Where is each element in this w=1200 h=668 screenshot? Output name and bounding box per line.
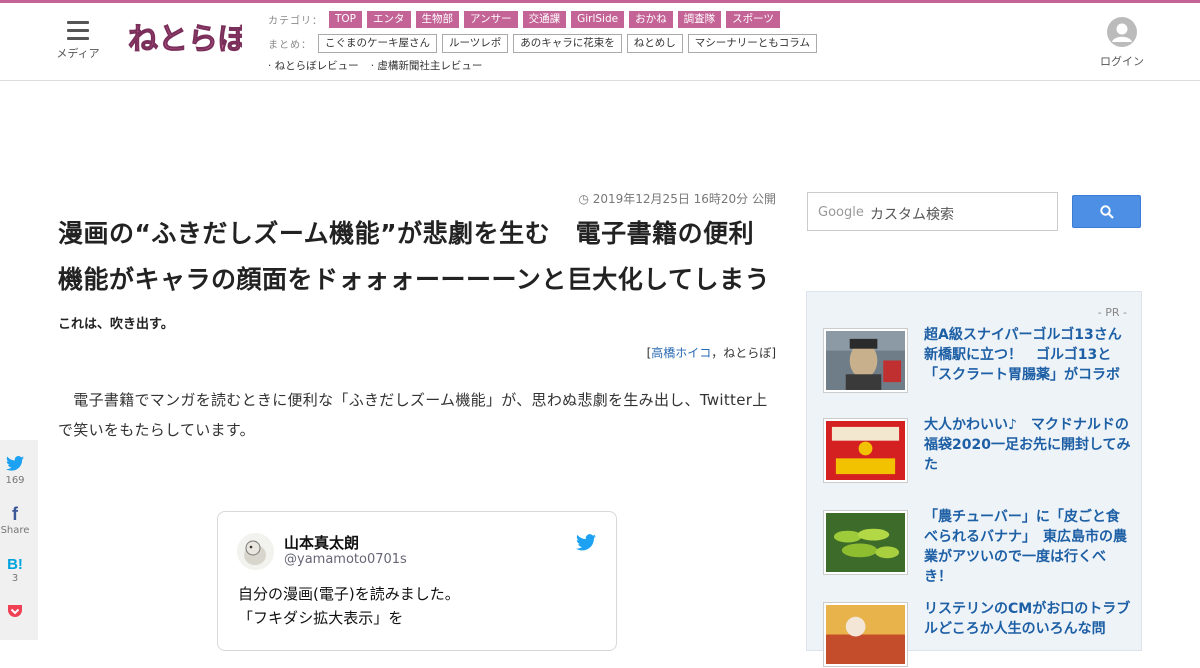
summary-label: まとめ： [268, 40, 312, 51]
pr-thumbnail[interactable] [823, 602, 908, 667]
summary-nav: まとめ： こぐまのケーキ屋さん ルーツレポ あのキャラに花束を ねとめし マシー… [268, 34, 822, 53]
share-pocket[interactable] [0, 604, 30, 623]
user-avatar-icon [1107, 17, 1137, 47]
publish-date: ◷ 2019年12月25日 16時20分 公開 [578, 192, 776, 206]
logo-text: ねとらぼ [128, 22, 242, 57]
category-nav: カテゴリ： TOP エンタ 生物部 アンサー 交通課 GirlSide おかね … [268, 11, 785, 28]
facebook-share-label: Share [0, 525, 30, 536]
pr-link[interactable]: 超A級スナイパーゴルゴ13さん新橋駅に立つ！ ゴルゴ13と「スクラート胃腸薬」が… [924, 325, 1132, 385]
category-okane[interactable]: おかね [629, 11, 673, 28]
media-menu-label: メディア [56, 47, 100, 60]
login-button[interactable]: ログイン [1098, 17, 1146, 69]
pr-link[interactable]: 「農チューバー」に「皮ごと食べられるバナナ」 東広島市の農業がアツいので一度は行… [924, 507, 1132, 587]
category-kotsuka[interactable]: 交通課 [522, 11, 567, 28]
pr-link[interactable]: 大人かわいい♪ マクドナルドの福袋2020一足お先に開封してみた [924, 415, 1132, 475]
share-hatena[interactable]: B! 3 [0, 554, 30, 584]
pr-box: - PR - 超A級スナイパーゴルゴ13さん新橋駅に立つ！ ゴルゴ13と「スクラ… [806, 291, 1142, 667]
media-menu-button[interactable]: メディア [52, 21, 104, 61]
article: ◷ 2019年12月25日 16時20分 公開 漫画の“ふきだしズーム機能”が悲… [58, 190, 776, 445]
article-title: 漫画の“ふきだしズーム機能”が悲劇を生む 電子書籍の便利機能がキャラの顔面をドォ… [58, 219, 771, 294]
category-seibutsubu[interactable]: 生物部 [415, 11, 460, 28]
author-link[interactable]: 高橋ホイコ [651, 346, 711, 360]
review-links: · ねとらぼレビュー · 虚構新聞社主レビュー [268, 58, 494, 73]
embedded-tweet[interactable]: 山本真太朗 @yamamoto0701s 自分の漫画(電子)を読みました。 「フ… [217, 511, 617, 651]
pr-link[interactable]: リステリンのCMがお口のトラブルどころか人生のいろんな問 [924, 599, 1132, 639]
category-label: カテゴリ： [268, 16, 323, 27]
nelabo-logo[interactable]: ねとらぼ [126, 15, 243, 63]
pr-thumbnail[interactable] [823, 328, 908, 393]
pr-thumbnail[interactable] [823, 510, 908, 575]
hamburger-icon [67, 21, 89, 40]
twitter-count: 169 [5, 475, 25, 486]
article-body: 電子書籍でマンガを読むときに便利な「ふきだしズーム機能」が、思わぬ悲劇を生み出し… [58, 391, 768, 439]
site-search-input[interactable]: Google カスタム検索 [807, 192, 1058, 231]
category-girlside[interactable]: GirlSide [571, 11, 625, 28]
pr-label: - PR - [1097, 306, 1127, 319]
search-icon [1100, 205, 1114, 219]
twitter-icon [6, 456, 24, 471]
hatena-bookmark-icon: B! [7, 556, 23, 573]
category-sports[interactable]: スポーツ [726, 11, 780, 28]
share-bar: 169 f Share B! 3 [0, 440, 38, 640]
category-top[interactable]: TOP [329, 11, 363, 28]
summary-hanataba[interactable]: あのキャラに花束を [513, 34, 622, 53]
review-link-kyoko[interactable]: · 虚構新聞社主レビュー [371, 58, 483, 73]
search-button[interactable] [1072, 195, 1141, 228]
share-facebook[interactable]: f Share [0, 504, 30, 536]
twitter-bird-icon[interactable] [576, 534, 596, 551]
pocket-icon [8, 605, 22, 617]
facebook-icon: f [12, 504, 18, 524]
search-placeholder: カスタム検索 [870, 207, 954, 223]
clock-icon: ◷ [578, 192, 593, 206]
review-link-netorabo[interactable]: · ねとらぼレビュー [268, 58, 359, 73]
article-subtitle: これは、吹き出す。 [58, 317, 174, 332]
tweet-avatar[interactable] [237, 533, 274, 570]
summary-machinery[interactable]: マシーナリーともコラム [687, 34, 817, 53]
summary-koguma[interactable]: こぐまのケーキ屋さん [318, 34, 437, 53]
byline: [高橋ホイコ，ねとらぼ] [646, 346, 776, 360]
category-chousatai[interactable]: 調査隊 [677, 11, 722, 28]
login-label: ログイン [1100, 55, 1144, 68]
tweet-text: 自分の漫画(電子)を読みました。 「フキダシ拡大表示」を [238, 585, 460, 627]
tweet-author-name[interactable]: 山本真太朗 [284, 532, 359, 553]
category-answer[interactable]: アンサー [464, 11, 518, 28]
share-twitter[interactable]: 169 [0, 456, 30, 486]
category-enta[interactable]: エンタ [367, 11, 411, 28]
summary-netomeshi[interactable]: ねとめし [626, 34, 683, 53]
google-brand-label: Google [818, 205, 864, 220]
summary-roots[interactable]: ルーツレポ [442, 34, 509, 53]
pr-thumbnail[interactable] [823, 418, 908, 483]
tweet-author-handle[interactable]: @yamamoto0701s [284, 552, 407, 567]
site-header: メディア ねとらぼ カテゴリ： TOP エンタ 生物部 アンサー 交通課 Gir… [0, 3, 1200, 81]
publisher-name: ねとらぼ [723, 346, 772, 360]
hatena-count: 3 [11, 573, 19, 584]
